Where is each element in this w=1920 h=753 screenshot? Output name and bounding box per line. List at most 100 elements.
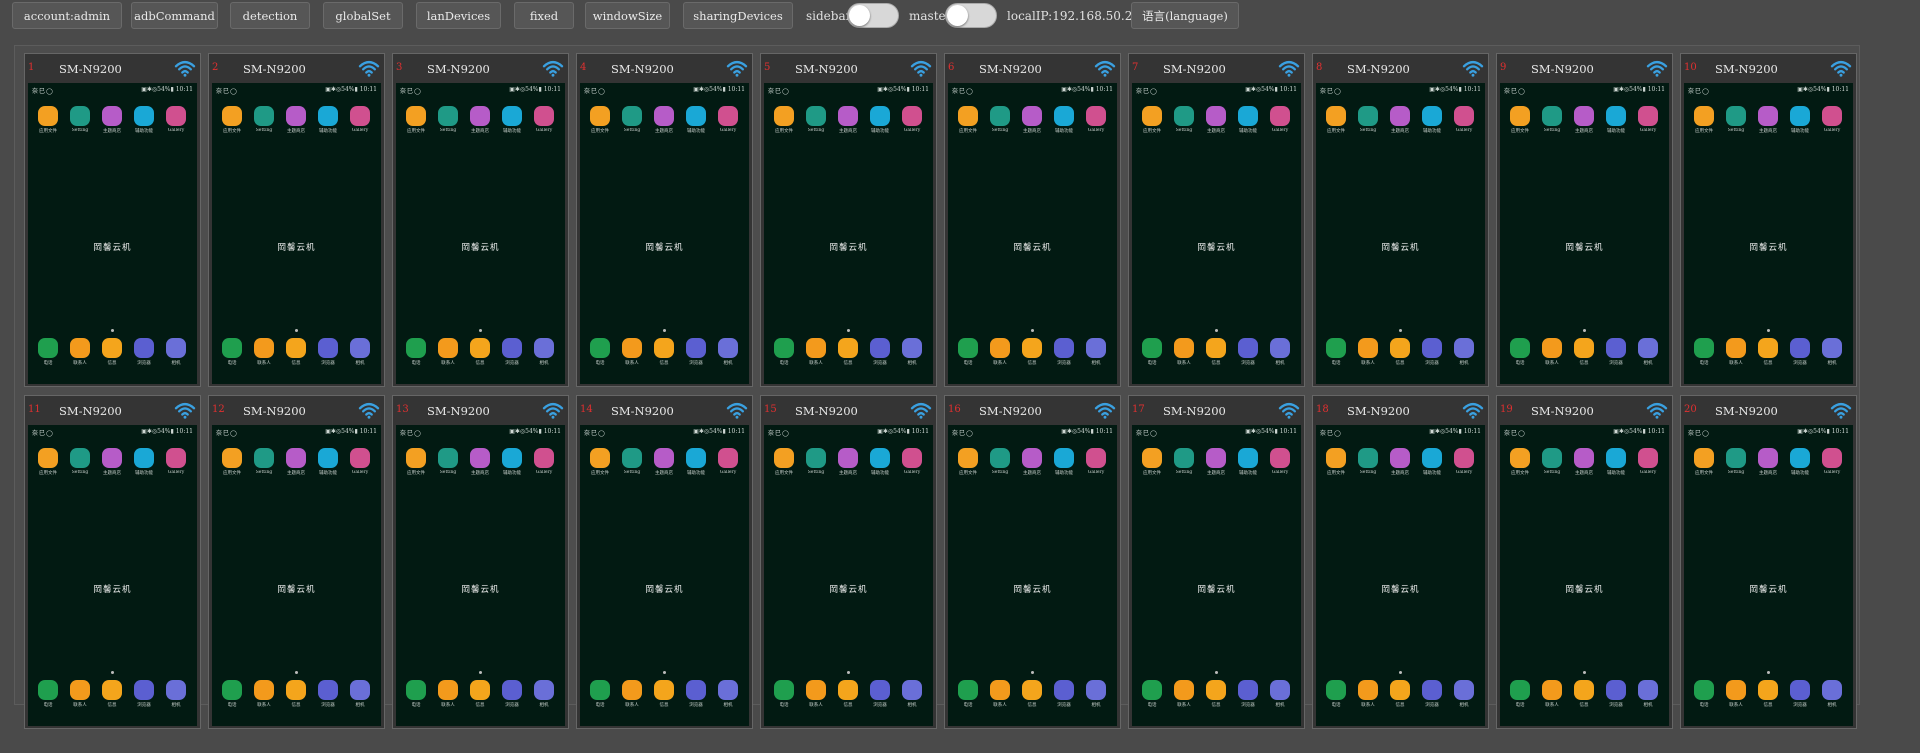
camera-app-icon[interactable] <box>1270 338 1290 358</box>
contacts-app-icon[interactable] <box>438 338 458 358</box>
contacts-app-icon[interactable] <box>70 338 90 358</box>
device-card[interactable]: 6 SM-N9200 奈巳◯ ▣✱◎54%▮ 10:11 应用文件 Setting 主题商店… <box>944 53 1121 387</box>
gallery-app-icon[interactable] <box>1638 106 1658 126</box>
settings-app-icon[interactable] <box>622 106 642 126</box>
camera-app-icon[interactable] <box>718 338 738 358</box>
phone-app-icon[interactable] <box>38 338 58 358</box>
settings-app-icon[interactable] <box>70 106 90 126</box>
device-card[interactable]: 5 SM-N9200 奈巳◯ ▣✱◎54%▮ 10:11 应用文件 Setting 主题商店… <box>760 53 937 387</box>
gallery-app-icon[interactable] <box>166 448 186 468</box>
device-card[interactable]: 17 SM-N9200 奈巳◯ ▣✱◎54%▮ 10:11 应用文件 Setting 主题商… <box>1128 395 1305 729</box>
device-card[interactable]: 20 SM-N9200 奈巳◯ ▣✱◎54%▮ 10:11 应用文件 Setting 主题商… <box>1680 395 1857 729</box>
window-size-button[interactable]: windowSize <box>585 2 670 29</box>
device-card[interactable]: 14 SM-N9200 奈巳◯ ▣✱◎54%▮ 10:11 应用文件 Setting 主题商… <box>576 395 753 729</box>
folder-app-icon[interactable] <box>38 448 58 468</box>
camera-app-icon[interactable] <box>350 680 370 700</box>
accessibility-app-icon[interactable] <box>1422 448 1442 468</box>
browser-app-icon[interactable] <box>1790 680 1810 700</box>
contacts-app-icon[interactable] <box>1542 680 1562 700</box>
lan-devices-button[interactable]: lanDevices <box>416 2 501 29</box>
accessibility-app-icon[interactable] <box>134 106 154 126</box>
camera-app-icon[interactable] <box>166 680 186 700</box>
theme-app-icon[interactable] <box>654 448 674 468</box>
accessibility-app-icon[interactable] <box>1238 106 1258 126</box>
device-screen[interactable]: 奈巳◯ ▣✱◎54%▮ 10:11 应用文件 Setting 主题商店 辅助功能 Galle… <box>28 83 197 384</box>
folder-app-icon[interactable] <box>1510 106 1530 126</box>
gallery-app-icon[interactable] <box>1270 448 1290 468</box>
phone-app-icon[interactable] <box>1326 338 1346 358</box>
messages-app-icon[interactable] <box>286 338 306 358</box>
contacts-app-icon[interactable] <box>622 680 642 700</box>
browser-app-icon[interactable] <box>1238 680 1258 700</box>
settings-app-icon[interactable] <box>70 448 90 468</box>
folder-app-icon[interactable] <box>406 448 426 468</box>
theme-app-icon[interactable] <box>286 106 306 126</box>
messages-app-icon[interactable] <box>286 680 306 700</box>
contacts-app-icon[interactable] <box>990 680 1010 700</box>
accessibility-app-icon[interactable] <box>1790 106 1810 126</box>
contacts-app-icon[interactable] <box>70 680 90 700</box>
detection-button[interactable]: detection <box>230 2 310 29</box>
theme-app-icon[interactable] <box>1758 448 1778 468</box>
camera-app-icon[interactable] <box>166 338 186 358</box>
gallery-app-icon[interactable] <box>1822 106 1842 126</box>
accessibility-app-icon[interactable] <box>1054 448 1074 468</box>
messages-app-icon[interactable] <box>1390 338 1410 358</box>
accessibility-app-icon[interactable] <box>1054 106 1074 126</box>
messages-app-icon[interactable] <box>102 680 122 700</box>
browser-app-icon[interactable] <box>318 338 338 358</box>
browser-app-icon[interactable] <box>1422 680 1442 700</box>
contacts-app-icon[interactable] <box>1726 338 1746 358</box>
gallery-app-icon[interactable] <box>1270 106 1290 126</box>
global-set-button[interactable]: globalSet <box>323 2 403 29</box>
device-screen[interactable]: 奈巳◯ ▣✱◎54%▮ 10:11 应用文件 Setting 主题商店 辅助功能 Galle… <box>764 83 933 384</box>
device-screen[interactable]: 奈巳◯ ▣✱◎54%▮ 10:11 应用文件 Setting 主题商店 辅助功能 Galle… <box>1132 83 1301 384</box>
camera-app-icon[interactable] <box>1086 680 1106 700</box>
phone-app-icon[interactable] <box>1510 680 1530 700</box>
theme-app-icon[interactable] <box>102 448 122 468</box>
theme-app-icon[interactable] <box>470 448 490 468</box>
device-screen[interactable]: 奈巳◯ ▣✱◎54%▮ 10:11 应用文件 Setting 主题商店 辅助功能 Galle… <box>28 425 197 726</box>
folder-app-icon[interactable] <box>958 448 978 468</box>
browser-app-icon[interactable] <box>1606 338 1626 358</box>
phone-app-icon[interactable] <box>958 338 978 358</box>
device-screen[interactable]: 奈巳◯ ▣✱◎54%▮ 10:11 应用文件 Setting 主题商店 辅助功能 Galle… <box>1684 83 1853 384</box>
accessibility-app-icon[interactable] <box>502 106 522 126</box>
folder-app-icon[interactable] <box>1510 448 1530 468</box>
contacts-app-icon[interactable] <box>806 338 826 358</box>
device-screen[interactable]: 奈巳◯ ▣✱◎54%▮ 10:11 应用文件 Setting 主题商店 辅助功能 Galle… <box>1500 425 1669 726</box>
gallery-app-icon[interactable] <box>902 106 922 126</box>
device-card[interactable]: 19 SM-N9200 奈巳◯ ▣✱◎54%▮ 10:11 应用文件 Setting 主题商… <box>1496 395 1673 729</box>
folder-app-icon[interactable] <box>222 106 242 126</box>
phone-app-icon[interactable] <box>590 338 610 358</box>
device-card[interactable]: 15 SM-N9200 奈巳◯ ▣✱◎54%▮ 10:11 应用文件 Setting 主题商… <box>760 395 937 729</box>
messages-app-icon[interactable] <box>1574 680 1594 700</box>
browser-app-icon[interactable] <box>870 338 890 358</box>
settings-app-icon[interactable] <box>1542 106 1562 126</box>
settings-app-icon[interactable] <box>622 448 642 468</box>
accessibility-app-icon[interactable] <box>502 448 522 468</box>
browser-app-icon[interactable] <box>502 680 522 700</box>
camera-app-icon[interactable] <box>534 680 554 700</box>
settings-app-icon[interactable] <box>1174 106 1194 126</box>
theme-app-icon[interactable] <box>470 106 490 126</box>
settings-app-icon[interactable] <box>254 106 274 126</box>
accessibility-app-icon[interactable] <box>1606 448 1626 468</box>
gallery-app-icon[interactable] <box>1454 448 1474 468</box>
master-toggle[interactable] <box>945 3 997 28</box>
browser-app-icon[interactable] <box>1054 680 1074 700</box>
gallery-app-icon[interactable] <box>1638 448 1658 468</box>
messages-app-icon[interactable] <box>1574 338 1594 358</box>
device-screen[interactable]: 奈巳◯ ▣✱◎54%▮ 10:11 应用文件 Setting 主题商店 辅助功能 Galle… <box>948 83 1117 384</box>
contacts-app-icon[interactable] <box>438 680 458 700</box>
folder-app-icon[interactable] <box>222 448 242 468</box>
device-card[interactable]: 10 SM-N9200 奈巳◯ ▣✱◎54%▮ 10:11 应用文件 Setting 主题商… <box>1680 53 1857 387</box>
gallery-app-icon[interactable] <box>1086 448 1106 468</box>
device-card[interactable]: 3 SM-N9200 奈巳◯ ▣✱◎54%▮ 10:11 应用文件 Setting 主题商店… <box>392 53 569 387</box>
messages-app-icon[interactable] <box>1206 680 1226 700</box>
account-button[interactable]: account:admin <box>12 2 122 29</box>
language-button[interactable]: 语言(language) <box>1131 2 1239 29</box>
folder-app-icon[interactable] <box>406 106 426 126</box>
sidebar-toggle[interactable] <box>847 3 899 28</box>
browser-app-icon[interactable] <box>870 680 890 700</box>
